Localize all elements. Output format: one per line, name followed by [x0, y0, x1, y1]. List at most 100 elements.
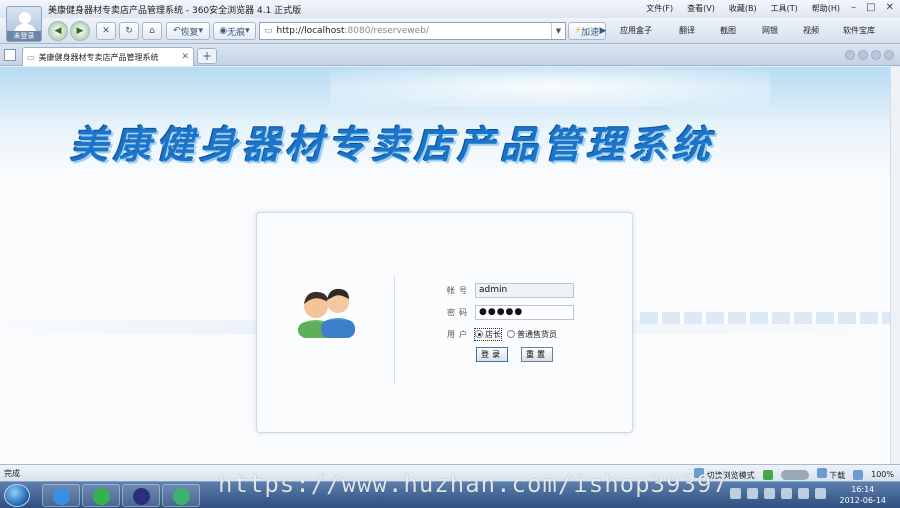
stop-button[interactable]: ✕: [96, 22, 116, 40]
user-label: 用户: [447, 329, 471, 339]
restore-label: 恢复: [180, 27, 199, 38]
video-link[interactable]: 视频: [803, 25, 819, 36]
header-banner: 美康健身器材专卖店产品管理系统: [0, 67, 890, 172]
zoom-level[interactable]: 100%: [871, 470, 894, 479]
home-button[interactable]: ⌂: [142, 22, 162, 40]
tab-scroll-right-icon[interactable]: [858, 50, 868, 60]
tray-icon[interactable]: [730, 488, 741, 499]
role-radio-clerk[interactable]: 普通售货员: [507, 329, 557, 340]
browser-toolbar: ◀ ▶ ✕ ↻ ⌂ ↶ 恢复 ▾ ◉ 无痕 ▾ ▭ http://localhost:8…: [0, 18, 900, 44]
menu-favorites[interactable]: 收藏(B): [729, 3, 757, 14]
form-buttons: 登录 重置: [476, 347, 553, 362]
decor-streak-dashes: [640, 312, 890, 324]
tab-scroll-left-icon[interactable]: [845, 50, 855, 60]
taskbar-clock[interactable]: 16:14 2012-06-14: [840, 484, 887, 506]
tab-label: 美康健身器材专卖店产品管理系统: [38, 52, 159, 62]
screenshot-link[interactable]: 截图: [720, 25, 736, 36]
security-icon[interactable]: [762, 469, 773, 480]
minimize-icon[interactable]: –: [851, 2, 856, 13]
tab-strip-controls: [845, 50, 894, 60]
forward-button[interactable]: ▶: [70, 21, 90, 41]
taskbar-eclipse[interactable]: [122, 484, 160, 507]
menu-view[interactable]: 查看(V): [687, 3, 715, 14]
login-button[interactable]: 登录: [476, 347, 508, 362]
chevron-down-icon: ▾: [198, 26, 204, 36]
no-trace-button[interactable]: ◉ 无痕 ▾: [213, 22, 256, 40]
user-avatar[interactable]: 未登录: [6, 6, 42, 42]
password-input[interactable]: [475, 304, 574, 320]
taskbar-ie[interactable]: [42, 484, 80, 507]
new-tab-button[interactable]: +: [197, 48, 217, 64]
window-title: 美康健身器材专卖店产品管理系统 - 360安全浏览器 4.1 正式版: [48, 6, 302, 16]
arrow-right-icon: ▶: [76, 26, 84, 36]
apps-box-link[interactable]: 应用盒子: [620, 25, 652, 36]
radio-unchecked-icon: [507, 330, 515, 338]
system-tray: [730, 488, 826, 499]
download-button[interactable]: 下载: [816, 468, 845, 481]
password-label: 密码: [447, 307, 471, 317]
restore-button[interactable]: ↶ 恢复 ▾: [166, 22, 210, 40]
password-row: 密码: [447, 301, 627, 323]
menu-help[interactable]: 帮助(H): [812, 3, 840, 14]
volume-icon[interactable]: [853, 469, 864, 480]
arrow-left-icon: ◀: [54, 26, 62, 36]
tab-list-icon[interactable]: [871, 50, 881, 60]
account-input[interactable]: [475, 282, 574, 298]
ie-icon: [53, 488, 70, 505]
tray-icon[interactable]: [764, 488, 775, 499]
avatar-label: 未登录: [7, 31, 41, 41]
status-text: 完成: [4, 469, 20, 478]
refresh-button[interactable]: ↻: [119, 22, 139, 40]
tray-icon[interactable]: [798, 488, 809, 499]
tray-icon[interactable]: [815, 488, 826, 499]
address-dropdown-icon[interactable]: ▼: [551, 23, 565, 39]
status-bar: 完成 切换浏览模式 下载 100%: [0, 464, 900, 481]
login-form: 帐号 密码 用户 店长 普通售货员: [447, 279, 627, 345]
account-label: 帐号: [447, 285, 471, 295]
taskbar-app[interactable]: [162, 484, 200, 507]
back-button[interactable]: ◀: [48, 21, 68, 41]
translate-link[interactable]: 翻译: [679, 25, 695, 36]
eclipse-icon: [133, 488, 150, 505]
panel-divider: [394, 275, 395, 385]
close-icon[interactable]: ✕: [886, 2, 894, 13]
windows-start-icon[interactable]: [4, 484, 30, 507]
vertical-scrollbar[interactable]: [890, 67, 900, 464]
stop-icon: ✕: [102, 26, 110, 36]
compat-mode-icon: [694, 468, 705, 478]
sidebar-toggle-icon[interactable]: [4, 49, 16, 61]
banner-glow: [330, 67, 770, 107]
menu-bar: 文件(F) 查看(V) 收藏(B) 工具(T) 帮助(H): [646, 3, 840, 14]
menu-file[interactable]: 文件(F): [646, 3, 673, 14]
radio-checked-icon: [475, 330, 483, 338]
tab-close-all-icon[interactable]: [884, 50, 894, 60]
page-content: 美康健身器材专卖店产品管理系统 帐号 密码 用户: [0, 67, 890, 464]
toggle-switch-icon[interactable]: [780, 469, 809, 480]
software-store-link[interactable]: 软件宝库: [843, 25, 875, 36]
undo-icon: ↶: [172, 26, 181, 36]
chevron-down-icon: ▾: [245, 26, 250, 36]
page-icon: ▭: [264, 26, 273, 36]
menu-tools[interactable]: 工具(T): [771, 3, 798, 14]
go-button[interactable]: ▶: [597, 22, 609, 40]
browser-360-icon: [93, 488, 110, 505]
reset-button[interactable]: 重置: [521, 347, 553, 362]
role-radio-manager[interactable]: 店长: [474, 327, 502, 341]
tab-strip: ▭ 美康健身器材专卖店产品管理系统 ✕ +: [0, 44, 900, 66]
tray-icon[interactable]: [781, 488, 792, 499]
taskbar-360-browser[interactable]: [82, 484, 120, 507]
address-host: http://localhost: [276, 26, 345, 36]
address-bar[interactable]: ▭ http://localhost:8080/reserveweb/ ▼: [259, 22, 566, 40]
browse-mode-toggle[interactable]: 切换浏览模式: [694, 468, 755, 481]
tab-close-icon[interactable]: ✕: [181, 52, 189, 62]
browse-mode-label: 切换浏览模式: [706, 471, 755, 480]
window-titlebar: 美康健身器材专卖店产品管理系统 - 360安全浏览器 4.1 正式版 文件(F)…: [0, 0, 900, 18]
tab-main[interactable]: ▭ 美康健身器材专卖店产品管理系统 ✕: [22, 47, 194, 66]
tray-icon[interactable]: [747, 488, 758, 499]
play-icon: ▶: [599, 26, 607, 36]
clock-date: 2012-06-14: [839, 496, 887, 505]
window-controls: – □ ✕: [851, 2, 894, 13]
bank-link[interactable]: 网银: [762, 25, 778, 36]
address-rest: :8080/reserveweb/: [344, 26, 429, 36]
maximize-icon[interactable]: □: [866, 2, 875, 13]
